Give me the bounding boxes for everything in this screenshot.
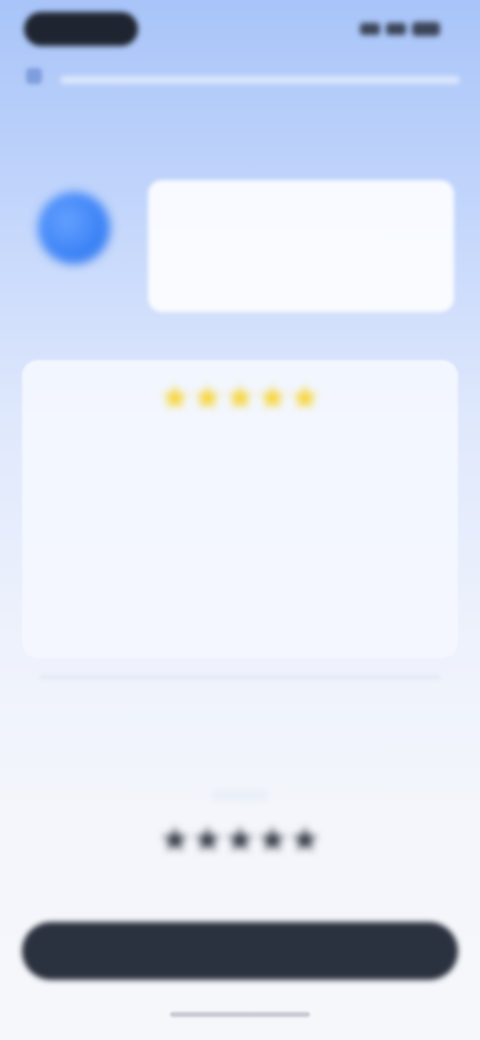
home-indicator (170, 1012, 310, 1017)
divider (40, 676, 440, 678)
star-icon[interactable]: ★ (257, 822, 287, 858)
back-icon[interactable] (26, 68, 42, 84)
battery-icon (412, 22, 440, 36)
star-icon[interactable]: ★ (225, 380, 255, 416)
assistant-message-row (0, 170, 480, 320)
assistant-avatar (38, 192, 110, 264)
cta-button[interactable] (22, 922, 458, 980)
star-icon[interactable]: ★ (225, 822, 255, 858)
star-icon[interactable]: ★ (192, 822, 222, 858)
header-bar (60, 76, 460, 84)
page-indicator (212, 790, 268, 800)
star-icon[interactable]: ★ (160, 380, 190, 416)
header (20, 66, 460, 92)
star-icon[interactable]: ★ (290, 822, 320, 858)
star-icon[interactable]: ★ (160, 822, 190, 858)
star-icon[interactable]: ★ (257, 380, 287, 416)
rating-stars[interactable]: ★ ★ ★ ★ ★ (152, 380, 328, 416)
status-icons (350, 20, 440, 38)
bottom-rating-stars[interactable]: ★ ★ ★ ★ ★ (150, 822, 330, 858)
wifi-icon (386, 23, 406, 35)
assistant-bubble (148, 180, 454, 312)
status-bar (0, 0, 480, 70)
rating-card: ★ ★ ★ ★ ★ (22, 360, 458, 658)
app-pill (24, 12, 138, 46)
star-icon[interactable]: ★ (192, 380, 222, 416)
signal-icon (360, 23, 380, 35)
star-icon[interactable]: ★ (290, 380, 320, 416)
